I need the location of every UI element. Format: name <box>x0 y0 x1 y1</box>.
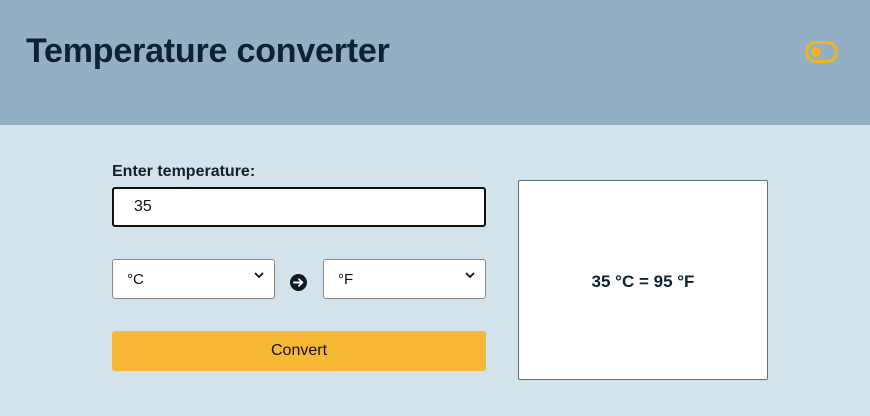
theme-toggle-icon[interactable] <box>805 41 838 63</box>
arrow-right-circle-icon <box>290 274 307 291</box>
result-text: 35 °C = 95 °F <box>591 272 695 291</box>
temperature-input[interactable] <box>112 187 486 227</box>
chevron-down-icon <box>254 272 264 279</box>
convert-button[interactable]: Convert <box>112 331 486 371</box>
from-unit-select[interactable]: °C <box>112 259 275 299</box>
toggle-knob <box>811 47 821 57</box>
from-unit-value: °C <box>127 271 144 288</box>
temperature-label: Enter temperature: <box>112 163 256 180</box>
to-unit-select[interactable]: °F <box>323 259 486 299</box>
to-unit-value: °F <box>338 271 354 288</box>
page-header: Temperature converter <box>0 0 870 125</box>
result-panel: 35 °C = 95 °F <box>518 180 768 380</box>
page-title: Temperature converter <box>26 32 390 70</box>
chevron-down-icon <box>465 272 475 279</box>
